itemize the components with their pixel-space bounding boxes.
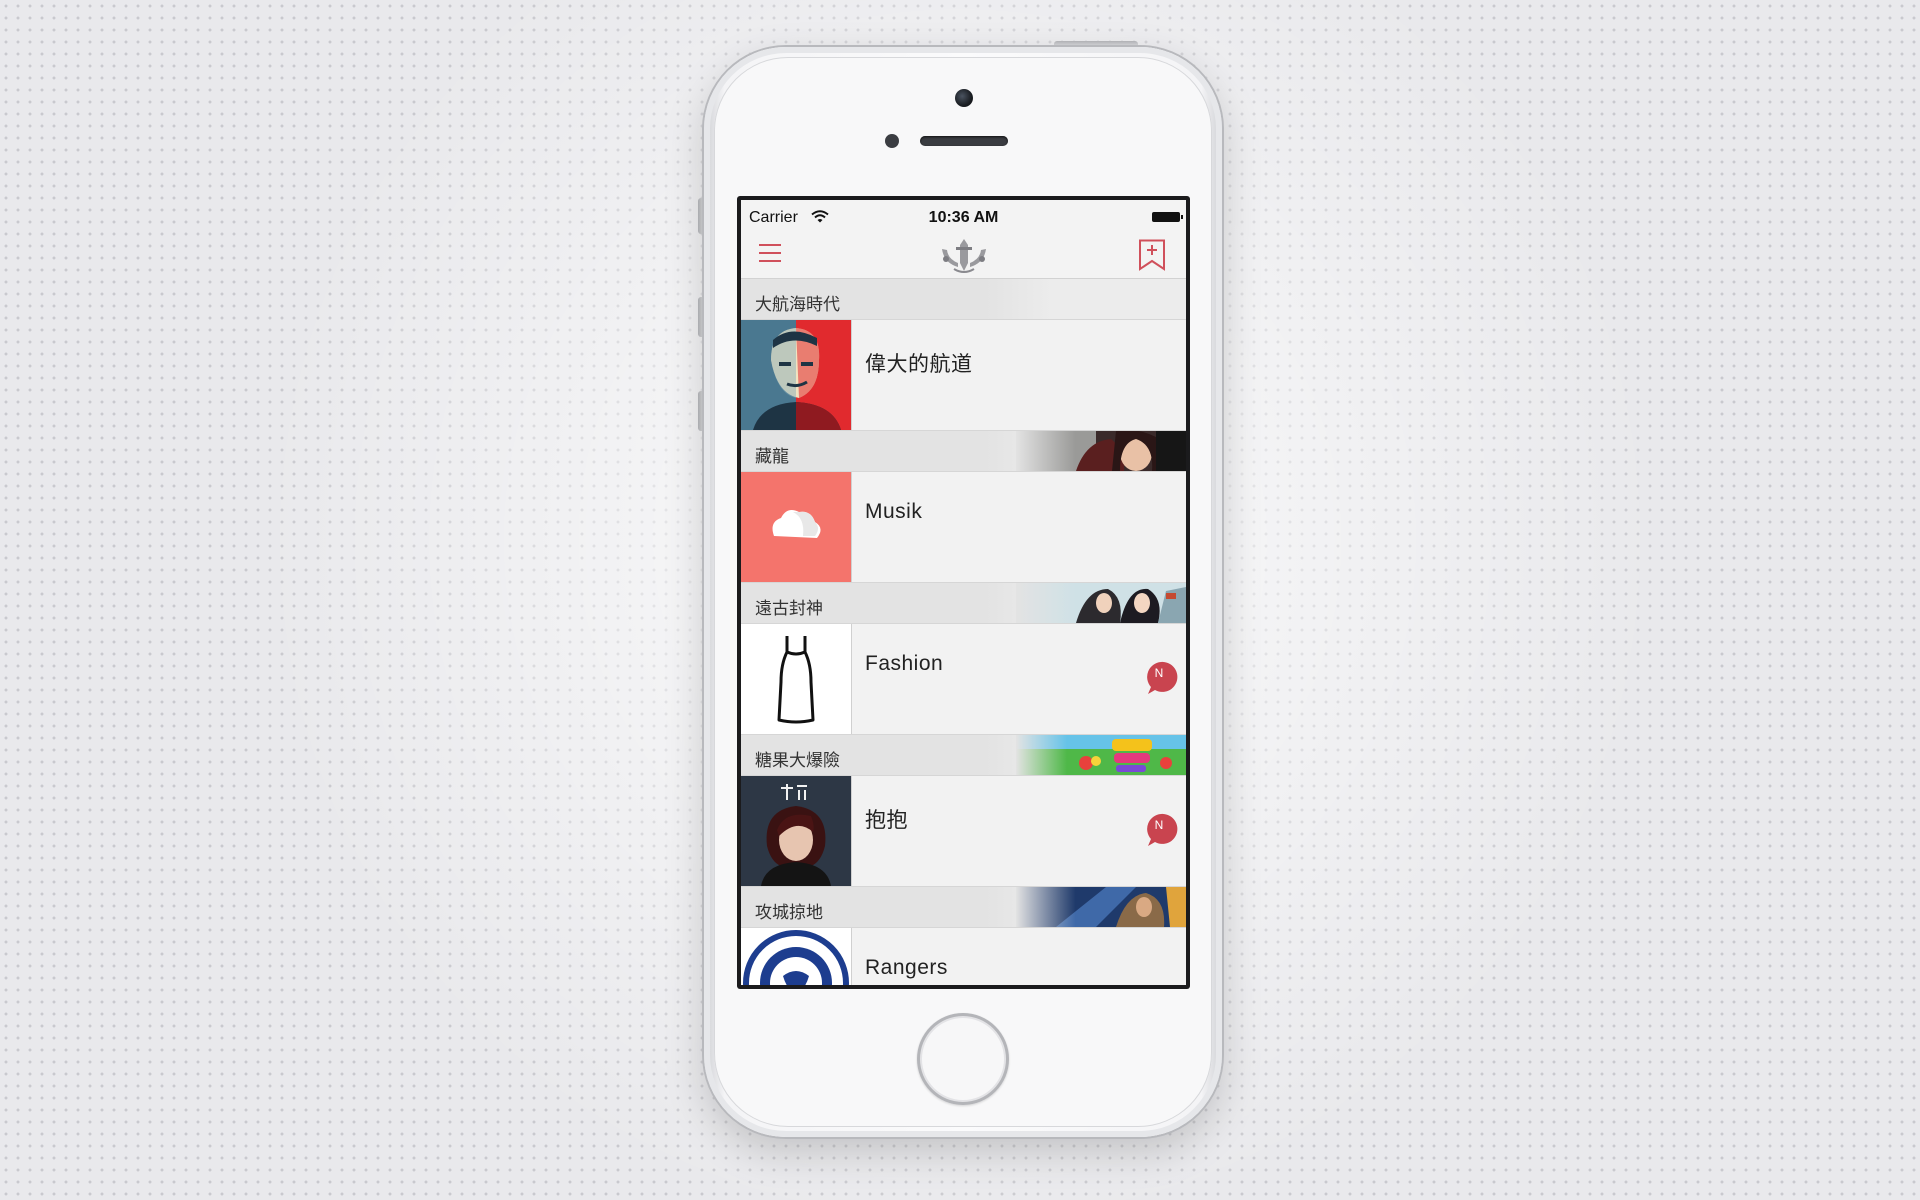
app-display: Carrier 10:36 AM 大航海時代 偉大的航道 藏龍 Musik 遠古…	[741, 200, 1186, 985]
proximity-sensor	[885, 134, 899, 148]
section-title: 大航海時代	[755, 295, 840, 314]
section-title: 糖果大爆險	[755, 751, 840, 770]
new-badge[interactable]: N	[1144, 812, 1178, 846]
section-title: 攻城掠地	[755, 903, 823, 922]
section-header: 糖果大爆險	[741, 735, 1186, 776]
battery-icon	[1152, 212, 1183, 222]
section-header: 遠古封神	[741, 583, 1186, 624]
front-camera	[955, 89, 973, 107]
phone-screen: Carrier 10:36 AM 大航海時代 偉大的航道 藏龍 Musik 遠古…	[737, 196, 1190, 989]
list-item-title: Musik	[865, 500, 923, 523]
list-item-title: Fashion	[865, 652, 944, 675]
list-item[interactable]: Musik	[741, 472, 1186, 583]
poster-portrait-thumbnail	[741, 320, 852, 430]
dress-thumbnail	[741, 624, 852, 734]
list-item[interactable]: 偉大的航道	[741, 320, 1186, 431]
music-cloud-thumbnail	[741, 472, 852, 582]
crest-logo-icon	[942, 239, 986, 273]
list-item-title: Rangers	[865, 956, 948, 979]
bookmark-add-icon[interactable]	[1138, 239, 1166, 271]
home-button[interactable]	[917, 1013, 1009, 1105]
section-header: 攻城掠地	[741, 887, 1186, 928]
football-club-crest-thumbnail	[741, 928, 852, 985]
section-title: 藏龍	[755, 447, 789, 466]
status-time: 10:36 AM	[928, 209, 999, 226]
section-header: 藏龍	[741, 431, 1186, 472]
navigation-bar	[741, 230, 1186, 279]
badge-label: N	[1154, 666, 1164, 680]
list-item[interactable]: 抱抱 N	[741, 776, 1186, 887]
earpiece-speaker	[920, 136, 1008, 146]
list-item-title: 偉大的航道	[865, 353, 973, 376]
new-badge[interactable]: N	[1144, 660, 1178, 694]
list-item-title: 抱抱	[865, 809, 908, 832]
section-banner-image[interactable]	[1016, 431, 1186, 471]
list-item[interactable]: Fashion N	[741, 624, 1186, 735]
section-banner-image[interactable]	[1016, 887, 1186, 927]
section-banner-image[interactable]	[1016, 583, 1186, 623]
album-portrait-thumbnail	[741, 776, 852, 886]
section-title: 遠古封神	[755, 599, 823, 618]
status-bar: Carrier 10:36 AM	[741, 200, 1186, 230]
section-header: 大航海時代	[741, 279, 1186, 320]
hamburger-icon[interactable]	[759, 244, 781, 262]
list-item[interactable]: Rangers	[741, 928, 1186, 985]
badge-label: N	[1154, 818, 1164, 832]
section-banner-image[interactable]	[1016, 735, 1186, 775]
